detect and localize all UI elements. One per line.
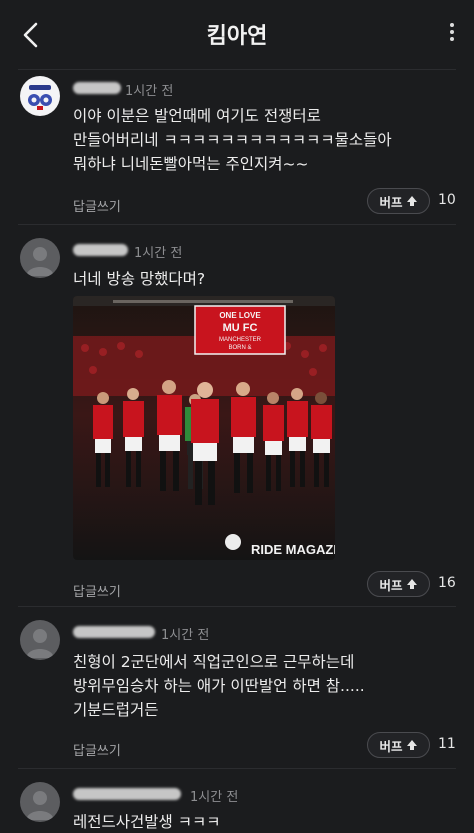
- avatar[interactable]: [20, 782, 60, 822]
- banner-text-line-1: ONE LOVE: [219, 311, 261, 320]
- comment-text: 친형이 2군단에서 직업군인으로 근무하는데 방위무임승차 하는 애가 이딴발언…: [73, 653, 365, 719]
- username-redacted: [73, 626, 155, 638]
- buff-count: 10: [438, 192, 456, 208]
- avatar[interactable]: [20, 238, 60, 278]
- buff-button[interactable]: 버프: [367, 571, 430, 597]
- up-arrow-icon: [406, 196, 417, 206]
- up-arrow-icon: [406, 740, 417, 750]
- buff-button[interactable]: 버프: [367, 188, 430, 214]
- comment-text: 이야 이분은 발언때메 여기도 전쟁터로 만들어버리네 ㅋㅋㅋㅋㅋㅋㅋㅋㅋㅋㅋㅋ…: [73, 107, 392, 173]
- comment-time: 1시간 전: [134, 246, 183, 261]
- up-arrow-icon: [406, 579, 417, 589]
- divider: [18, 224, 456, 225]
- comment-time: 1시간 전: [125, 84, 174, 99]
- username-redacted: [73, 788, 181, 800]
- avatar[interactable]: [20, 620, 60, 660]
- default-avatar-icon: [26, 629, 54, 658]
- divider: [18, 768, 456, 769]
- page-title: 킴아연: [206, 24, 268, 49]
- buff-label: 버프: [379, 194, 403, 210]
- watermark-text: RIDE MAGAZINE: [251, 542, 335, 557]
- avatar[interactable]: [20, 76, 60, 116]
- top-bar: 킴아연: [0, 0, 474, 70]
- comment-time: 1시간 전: [190, 790, 239, 805]
- default-avatar-icon: [26, 247, 54, 276]
- divider: [18, 606, 456, 607]
- reply-link[interactable]: 답글쓰기: [73, 581, 121, 600]
- username-redacted: [73, 244, 128, 256]
- buff-label: 버프: [379, 577, 403, 593]
- comment-text: 너네 방송 망했다며?: [73, 270, 206, 288]
- attached-photo[interactable]: ONE LOVE MU FC MANCHESTER BORN & RIDE MA…: [73, 296, 335, 560]
- divider: [18, 69, 456, 70]
- banner-text-line-2: MU FC: [223, 322, 258, 334]
- banner-text-line-3: MANCHESTER: [219, 337, 262, 343]
- buff-button[interactable]: 버프: [367, 732, 430, 758]
- banner-text-line-4: BORN &: [228, 345, 251, 351]
- username-redacted: [73, 82, 121, 94]
- reply-link[interactable]: 답글쓰기: [73, 196, 121, 215]
- buff-count: 11: [438, 736, 456, 752]
- buff-label: 버프: [379, 738, 403, 754]
- reply-link[interactable]: 답글쓰기: [73, 740, 121, 759]
- buff-count: 16: [438, 575, 456, 591]
- comment-text: 레전드사건발생 ㅋㅋㅋ: [73, 813, 221, 831]
- comment-time: 1시간 전: [161, 628, 210, 643]
- team-photo-image: ONE LOVE MU FC MANCHESTER BORN & RIDE MA…: [73, 296, 335, 560]
- default-avatar-icon: [26, 791, 54, 820]
- more-options-button[interactable]: [444, 20, 460, 50]
- avatar-logo-icon: [21, 77, 59, 115]
